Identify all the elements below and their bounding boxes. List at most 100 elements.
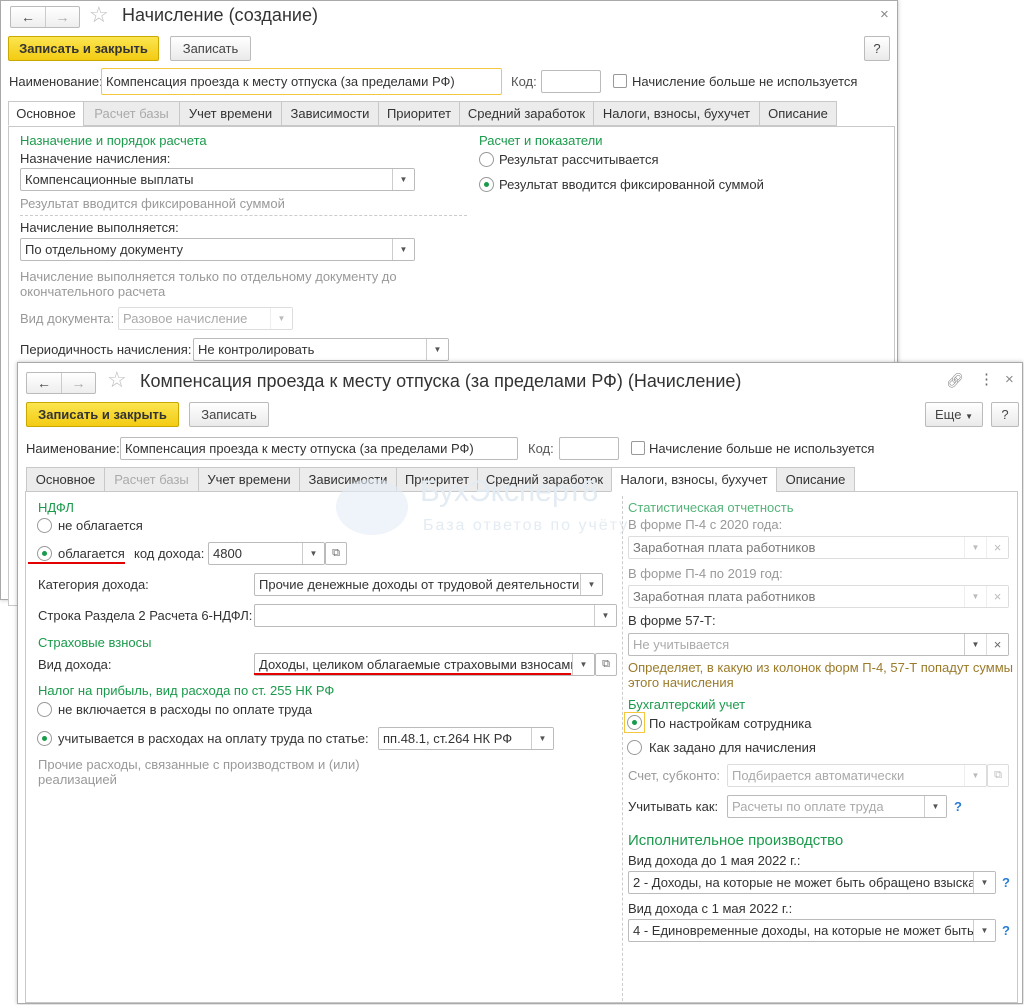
column-divider <box>622 496 623 1001</box>
dropdown-icon[interactable]: ▼ <box>302 543 324 564</box>
watermark-brand: БухЭксперт8 <box>420 475 599 508</box>
close-icon[interactable]: × <box>880 6 889 23</box>
profit-article-select[interactable]: пп.48.1, ст.264 НК РФ ▼ <box>378 727 554 750</box>
link-icon[interactable]: 🔗︎ <box>946 372 964 389</box>
help-button[interactable]: ? <box>991 402 1019 427</box>
tab-base[interactable]: Расчет базы <box>83 101 180 126</box>
help-button[interactable]: ? <box>864 36 890 61</box>
income-code-select[interactable]: 4800 ▼ <box>208 542 325 565</box>
exec-hint-2: окончательного расчета <box>20 284 166 299</box>
open-icon[interactable]: ⧉ <box>325 542 347 565</box>
more-button[interactable]: Еще ▼ <box>925 402 983 427</box>
exec-select[interactable]: По отдельному документу ▼ <box>20 238 415 261</box>
unused-checkbox[interactable] <box>613 74 627 88</box>
tab-desc[interactable]: Описание <box>776 467 855 492</box>
help-icon[interactable]: ? <box>1002 923 1010 938</box>
favorite-star-icon[interactable]: ☆ <box>89 2 109 28</box>
category-label: Категория дохода: <box>38 577 149 592</box>
more-dots-icon[interactable]: ⋮ <box>979 370 994 388</box>
enf1-select[interactable]: 2 - Доходы, на которые не может быть обр… <box>628 871 996 894</box>
dropdown-icon: ▼ <box>964 586 986 607</box>
open-icon[interactable]: ⧉ <box>595 653 617 676</box>
section-calc: Расчет и показатели <box>479 133 603 148</box>
radio-profit-included[interactable] <box>37 731 52 746</box>
section-profit-tax: Налог на прибыль, вид расхода по ст. 255… <box>38 683 335 698</box>
tab-base[interactable]: Расчет базы <box>104 467 199 492</box>
back-arrow-icon[interactable]: ← <box>27 373 61 393</box>
purpose-select[interactable]: Компенсационные выплаты ▼ <box>20 168 415 191</box>
p4-2020-label: В форме П-4 с 2020 года: <box>628 517 783 532</box>
dropdown-icon[interactable]: ▼ <box>594 605 616 626</box>
tab-taxes[interactable]: Налоги, взносы, бухучет <box>593 101 760 126</box>
help-icon[interactable]: ? <box>954 799 962 814</box>
nav-buttons: ← → <box>26 372 96 394</box>
tab-avg[interactable]: Средний заработок <box>459 101 594 126</box>
forward-arrow-icon[interactable]: → <box>61 373 95 393</box>
radio-by-employee[interactable] <box>627 715 642 730</box>
red-underline <box>28 562 125 564</box>
category-select[interactable]: Прочие денежные доходы от трудовой деяте… <box>254 573 603 596</box>
dropdown-icon[interactable]: ▼ <box>531 728 553 749</box>
dropdown-icon[interactable]: ▼ <box>973 920 995 941</box>
income-code-value: 4800 <box>213 546 242 561</box>
tab-taxes[interactable]: Налоги, взносы, бухучет <box>611 467 777 492</box>
purpose-label: Назначение начисления: <box>20 151 171 166</box>
forward-arrow-icon[interactable]: → <box>45 7 79 27</box>
radio-ndfl-taxed[interactable] <box>37 546 52 561</box>
treat-as-select[interactable]: Расчеты по оплате труда ▼ <box>727 795 947 818</box>
tab-time[interactable]: Учет времени <box>198 467 300 492</box>
period-select[interactable]: Не контролировать ▼ <box>193 338 449 361</box>
help-icon[interactable]: ? <box>1002 875 1010 890</box>
p4-2019-label: В форме П-4 по 2019 год: <box>628 566 783 581</box>
dropdown-icon[interactable]: ▼ <box>973 872 995 893</box>
code-input[interactable] <box>541 70 601 93</box>
save-and-close-button[interactable]: Записать и закрыть <box>8 36 159 61</box>
tab-deps[interactable]: Зависимости <box>281 101 379 126</box>
radio-profit-excluded[interactable] <box>37 702 52 717</box>
profit-hint-2: реализацией <box>38 772 117 787</box>
save-and-close-button[interactable]: Записать и закрыть <box>26 402 179 427</box>
radio-fixed-label: Результат вводится фиксированной суммой <box>499 177 764 192</box>
dropdown-icon[interactable]: ▼ <box>572 654 594 675</box>
window-title: Компенсация проезда к месту отпуска (за … <box>140 371 742 391</box>
dropdown-icon[interactable]: ▼ <box>392 169 414 190</box>
code-input[interactable] <box>559 437 619 460</box>
radio-ndfl-not-taxed[interactable] <box>37 518 52 533</box>
close-icon[interactable]: × <box>1005 371 1014 388</box>
period-value: Не контролировать <box>198 342 315 357</box>
tab-main[interactable]: Основное <box>26 467 105 492</box>
tab-time[interactable]: Учет времени <box>179 101 282 126</box>
nav-buttons: ← → <box>10 6 80 28</box>
radio-fixed[interactable] <box>479 177 494 192</box>
dropdown-icon[interactable]: ▼ <box>580 574 602 595</box>
tab-main[interactable]: Основное <box>8 101 84 126</box>
dropdown-icon[interactable]: ▼ <box>426 339 448 360</box>
save-button[interactable]: Записать <box>189 402 269 427</box>
p4-2020-select: Заработная плата работников ▼ × <box>628 536 1009 559</box>
row-6ndfl-select[interactable]: ▼ <box>254 604 617 627</box>
dropdown-icon[interactable]: ▼ <box>964 634 986 655</box>
clear-icon[interactable]: × <box>986 634 1008 655</box>
stat-hint: Определяет, в какую из колонок форм П-4,… <box>628 660 1014 675</box>
doc-value: Разовое начисление <box>123 311 248 326</box>
name-label: Наименование: <box>9 74 103 89</box>
name-input[interactable]: Компенсация проезда к месту отпуска (за … <box>120 437 518 460</box>
more-label: Еще <box>935 407 962 422</box>
dropdown-icon[interactable]: ▼ <box>392 239 414 260</box>
radio-as-accrual[interactable] <box>627 740 642 755</box>
tab-desc[interactable]: Описание <box>759 101 837 126</box>
unused-checkbox[interactable] <box>631 441 645 455</box>
tab-priority[interactable]: Приоритет <box>378 101 460 126</box>
dropdown-icon: ▼ <box>964 537 986 558</box>
treat-as-placeholder: Расчеты по оплате труда <box>732 799 884 814</box>
dropdown-icon[interactable]: ▼ <box>924 796 946 817</box>
favorite-star-icon[interactable]: ☆ <box>107 367 127 393</box>
enf2-select[interactable]: 4 - Единовременные доходы, на которые не… <box>628 919 996 942</box>
f57-select[interactable]: Не учитывается ▼ × <box>628 633 1009 656</box>
save-button[interactable]: Записать <box>170 36 251 61</box>
exec-label: Начисление выполняется: <box>20 220 179 235</box>
radio-calculated[interactable] <box>479 152 494 167</box>
back-arrow-icon[interactable]: ← <box>11 7 45 27</box>
watermark-slogan: База ответов по учёту <box>423 517 630 534</box>
name-input[interactable]: Компенсация проезда к месту отпуска (за … <box>101 68 502 95</box>
